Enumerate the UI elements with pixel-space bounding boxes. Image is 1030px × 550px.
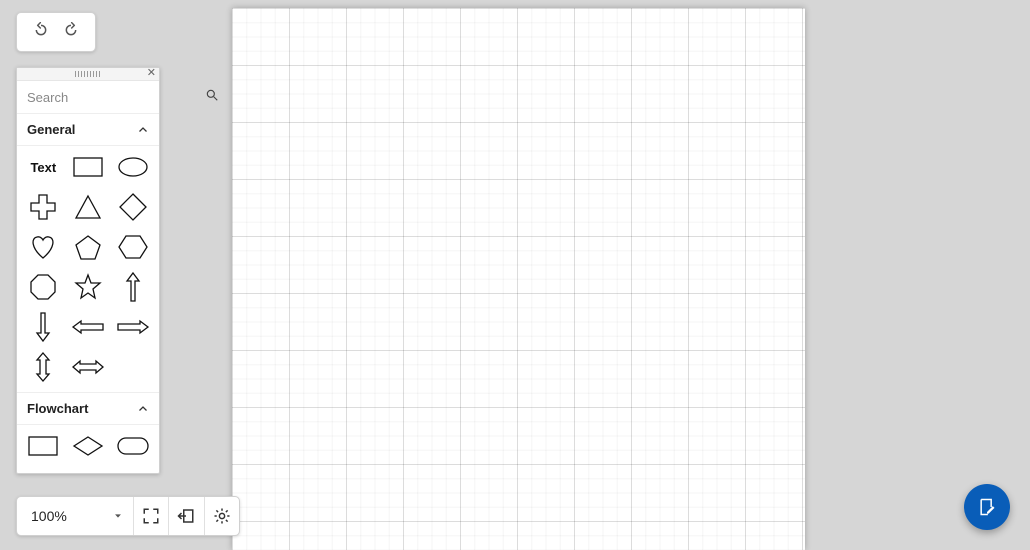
shape-process[interactable] [24,431,62,461]
shape-ellipse[interactable] [114,152,152,182]
triangle-icon [74,194,102,220]
shape-hexagon[interactable] [114,232,152,262]
shape-terminator[interactable] [114,431,152,461]
zoom-dropdown[interactable]: 100% [17,497,134,535]
arrow-right-icon [117,320,149,334]
arrow-up-icon [126,272,140,302]
shape-diamond[interactable] [114,192,152,222]
decision-icon [73,436,103,456]
redo-button[interactable] [63,22,79,43]
general-shapes-grid: Text [17,146,159,393]
ellipse-icon [118,157,148,177]
gear-icon [213,507,231,525]
shape-arrow-left[interactable] [69,312,107,342]
shape-triangle[interactable] [69,192,107,222]
section-header-general[interactable]: General [17,114,159,146]
shape-heart[interactable] [24,232,62,262]
search-button[interactable] [205,88,219,107]
flowchart-shapes-grid [17,425,159,473]
shape-arrow-up[interactable] [114,272,152,302]
arrow-leftright-icon [72,360,104,374]
shapes-panel: ✕ General Text [16,67,160,474]
section-title-flowchart: Flowchart [27,401,88,416]
arrow-left-icon [72,320,104,334]
exit-button[interactable] [169,497,204,535]
search-input[interactable] [25,89,205,106]
shape-decision[interactable] [69,431,107,461]
shape-cross[interactable] [24,192,62,222]
close-icon: ✕ [147,67,156,79]
star-icon [74,273,102,301]
cross-icon [29,193,57,221]
panel-close-button[interactable]: ✕ [147,67,156,79]
shape-arrow-down[interactable] [24,312,62,342]
search-icon [205,88,219,102]
chevron-up-icon [137,403,149,415]
pentagon-icon [74,234,102,260]
canvas[interactable] [232,8,805,550]
arrow-down-icon [36,312,50,342]
fullscreen-button[interactable] [134,497,169,535]
edit-fab[interactable] [964,484,1010,530]
shape-star[interactable] [69,272,107,302]
settings-button[interactable] [205,497,239,535]
section-title-general: General [27,122,75,137]
redo-icon [63,22,79,38]
search-row [17,81,159,114]
zoom-value: 100% [31,508,67,524]
section-header-flowchart[interactable]: Flowchart [17,393,159,425]
chevron-up-icon [137,124,149,136]
undo-button[interactable] [33,22,49,43]
bottom-toolbar: 100% [16,496,240,536]
shape-rectangle[interactable] [69,152,107,182]
heart-icon [29,234,57,260]
process-icon [28,436,58,456]
shape-octagon[interactable] [24,272,62,302]
octagon-icon [29,273,57,301]
shape-arrow-leftright[interactable] [69,352,107,382]
diamond-icon [119,193,147,221]
undo-icon [33,22,49,38]
shape-arrow-updown[interactable] [24,352,62,382]
drag-grip-icon [75,71,101,77]
shape-text[interactable]: Text [24,152,62,182]
arrow-updown-icon [36,352,50,382]
shape-arrow-right[interactable] [114,312,152,342]
shape-pentagon[interactable] [69,232,107,262]
edit-note-icon [977,497,997,517]
panel-titlebar[interactable]: ✕ [17,68,159,81]
terminator-icon [117,437,149,455]
caret-down-icon [113,511,123,521]
fullscreen-icon [142,507,160,525]
hexagon-icon [118,234,148,260]
undo-redo-toolbar [16,12,96,52]
exit-icon [177,507,195,525]
rectangle-icon [73,157,103,177]
shape-empty [114,352,152,382]
